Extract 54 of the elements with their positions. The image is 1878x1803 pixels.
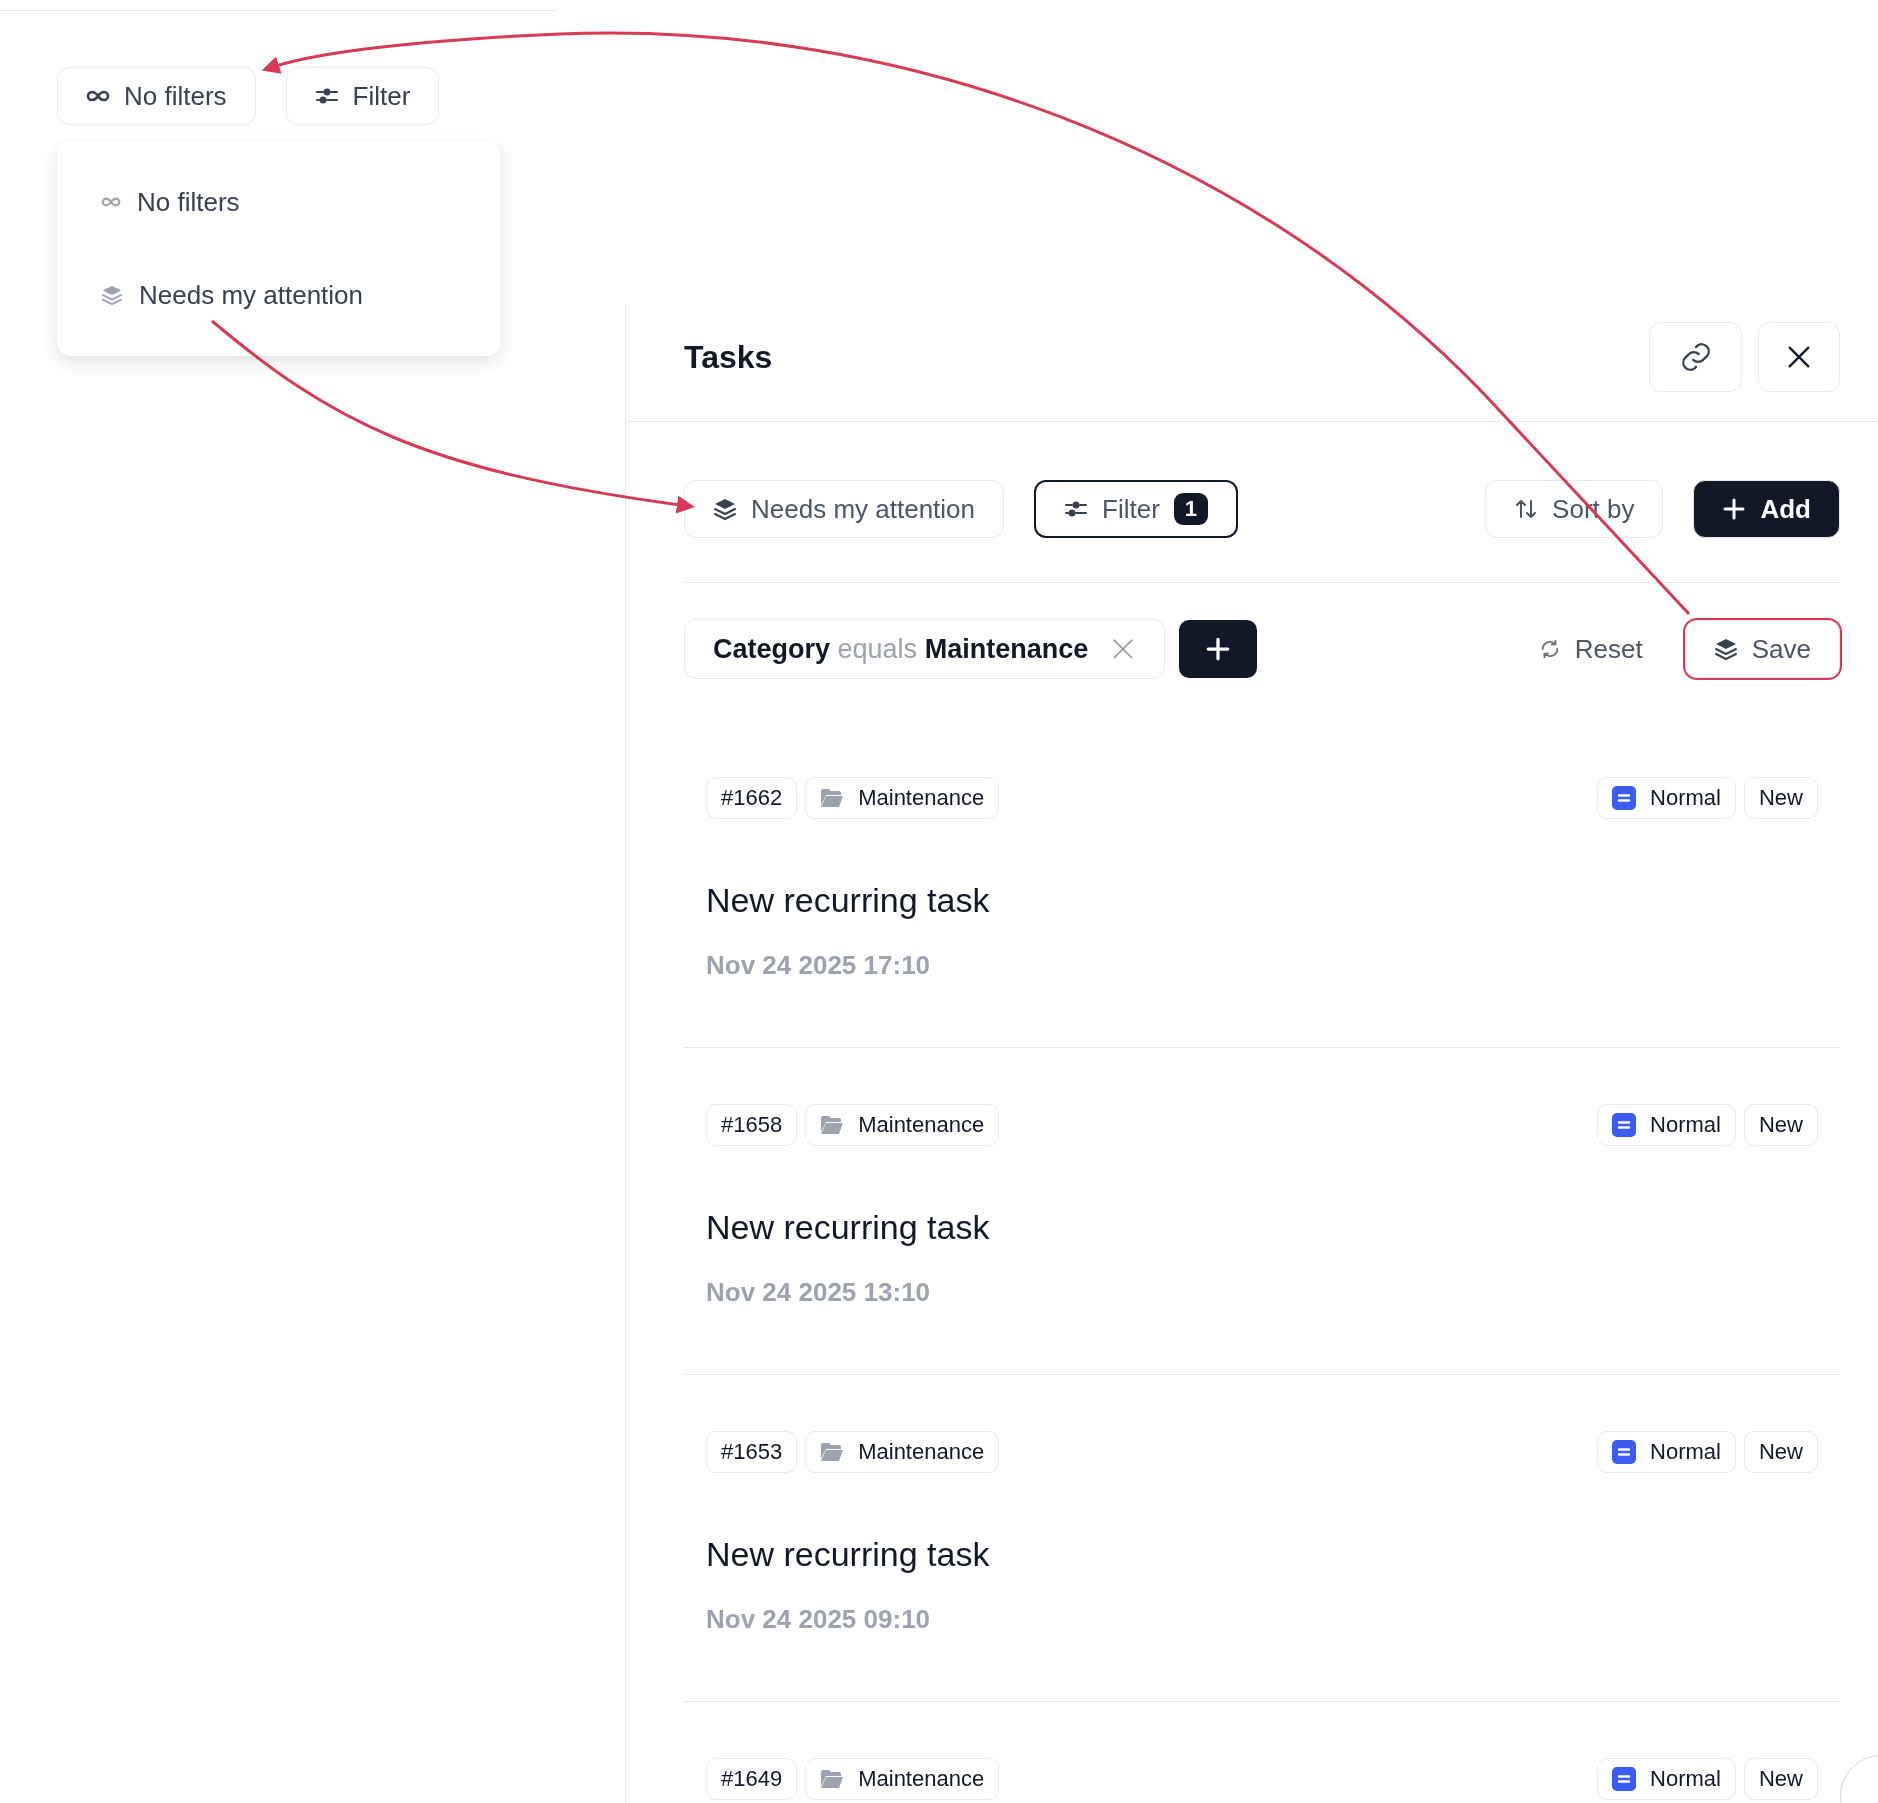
menu-item[interactable]: Needs my attention (101, 279, 363, 311)
folder-icon (820, 1115, 845, 1135)
infinity-icon (101, 197, 121, 207)
layers-icon (713, 497, 737, 521)
folder-icon (820, 1442, 845, 1462)
task-date: Nov 24 2025 13:10 (706, 1277, 931, 1308)
plus-icon (1722, 497, 1747, 521)
status-tag: New (1744, 1104, 1818, 1146)
sliders-icon (1064, 500, 1088, 518)
add-button[interactable]: Add (1693, 480, 1840, 538)
save-button[interactable]: Save (1684, 620, 1840, 678)
priority-icon (1612, 1113, 1637, 1137)
folder-icon (820, 788, 845, 808)
task-id: #1662 (706, 777, 798, 819)
task-title[interactable]: New recurring task (706, 881, 990, 920)
layers-icon (1713, 637, 1738, 661)
task-date: Nov 24 2025 09:10 (706, 1604, 931, 1635)
category-tag: Maintenance (805, 1431, 1000, 1473)
filter-button[interactable]: Filter (285, 67, 440, 125)
status-tag: New (1744, 1431, 1818, 1473)
view-button[interactable]: No filters (57, 67, 256, 125)
plus-icon (1205, 636, 1232, 662)
panel-title: Tasks (684, 338, 773, 376)
copy-link-button[interactable] (1649, 322, 1742, 392)
sort-icon (1514, 497, 1539, 521)
task-date: Nov 24 2025 17:10 (706, 950, 931, 981)
menu-item[interactable]: No filters (101, 186, 240, 218)
folder-icon (820, 1769, 845, 1789)
task-title[interactable]: New recurring task (706, 1535, 990, 1574)
view-button[interactable]: Needs my attention (684, 480, 1004, 538)
filter-button[interactable]: Filter 1 (1034, 480, 1239, 538)
sliders-icon (314, 87, 339, 105)
priority-icon (1612, 1767, 1637, 1791)
filter-count: 1 (1173, 493, 1209, 525)
priority-icon (1612, 786, 1637, 810)
task-id: #1653 (706, 1431, 798, 1473)
add-filter-button[interactable] (1179, 620, 1258, 678)
priority-tag: Normal (1597, 1758, 1736, 1800)
category-tag: Maintenance (805, 777, 1000, 819)
priority-tag: Normal (1597, 777, 1736, 819)
task-id: #1649 (706, 1758, 798, 1800)
layers-icon (101, 284, 123, 306)
filter-condition: Category equals Maintenance (713, 633, 1089, 665)
close-button[interactable] (1758, 322, 1840, 392)
category-tag: Maintenance (805, 1758, 1000, 1800)
infinity-icon (86, 90, 110, 102)
task-id: #1658 (706, 1104, 798, 1146)
status-tag: New (1744, 777, 1818, 819)
task-title[interactable]: New recurring task (706, 1208, 990, 1247)
status-tag: New (1744, 1758, 1818, 1800)
priority-tag: Normal (1597, 1104, 1736, 1146)
priority-tag: Normal (1597, 1431, 1736, 1473)
priority-icon (1612, 1440, 1637, 1464)
category-tag: Maintenance (805, 1104, 1000, 1146)
